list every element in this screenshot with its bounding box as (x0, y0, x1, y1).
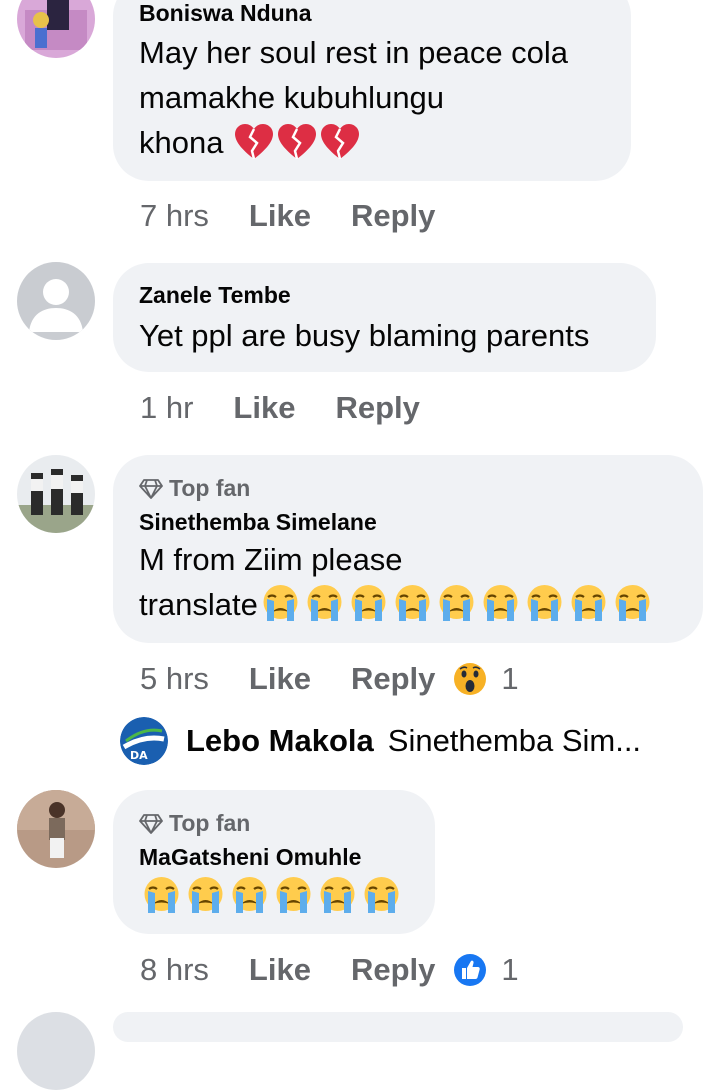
comment-text-line: May her soul rest in peace cola (139, 35, 569, 70)
diamond-icon (139, 813, 163, 834)
comment-text-line: khona (139, 120, 568, 165)
comment-timestamp[interactable]: 5 hrs (140, 661, 209, 697)
comment-text: M from Ziim please translate (139, 537, 654, 627)
top-fan-badge: Top fan (139, 475, 250, 502)
comment-actions: 5 hrs Like Reply 1 (140, 659, 519, 699)
reply-button[interactable]: Reply (351, 198, 435, 234)
comment-timestamp[interactable]: 7 hrs (140, 198, 209, 234)
crying-face-icon (263, 585, 298, 621)
comment-actions: 1 hr Like Reply (140, 388, 420, 428)
crying-face-icon (395, 585, 430, 621)
reaction-count: 1 (501, 661, 519, 696)
comment-text-line: translate (139, 582, 654, 627)
comment-timestamp[interactable]: 8 hrs (140, 952, 209, 988)
reply-button[interactable]: Reply (351, 952, 435, 988)
comment-author[interactable]: Sinethemba Simelane (139, 509, 377, 536)
like-button[interactable]: Like (249, 198, 311, 234)
comment-text (139, 874, 403, 919)
comment-bubble: Top fan Sinethemba Simelane M from Ziim … (113, 455, 703, 643)
wow-reaction-icon (454, 663, 487, 695)
crying-face-icon (527, 585, 562, 621)
comment-author[interactable]: Zanele Tembe (139, 282, 291, 309)
crying-face-emoji (139, 877, 403, 914)
top-fan-label: Top fan (169, 810, 251, 836)
comment-author[interactable]: Boniswa Nduna (139, 0, 312, 27)
crying-face-icon (276, 877, 311, 913)
reply-button[interactable]: Reply (351, 661, 435, 697)
comment-bubble: Boniswa Nduna May her soul rest in peace… (113, 0, 631, 181)
reply-button[interactable]: Reply (335, 390, 419, 426)
comment-text-line-part: translate (139, 587, 258, 622)
avatar[interactable] (17, 790, 95, 868)
comment-actions: 7 hrs Like Reply (140, 196, 435, 236)
comment-bubble: Top fan MaGatsheni Omuhle (113, 790, 435, 934)
avatar[interactable] (17, 455, 95, 533)
crying-face-emoji (258, 585, 654, 622)
crying-face-icon (307, 585, 342, 621)
comment-bubble (113, 1012, 683, 1042)
comment-author[interactable]: MaGatsheni Omuhle (139, 844, 361, 871)
comment-timestamp[interactable]: 1 hr (140, 390, 193, 426)
comment-text-line-part: khona (139, 125, 224, 160)
crying-face-icon (144, 877, 179, 913)
crying-face-icon (320, 877, 355, 913)
thumbs-up-reaction-icon (454, 954, 487, 986)
crying-face-icon (351, 585, 386, 621)
reply-author[interactable]: Lebo Makola (186, 723, 374, 759)
comment-text: Yet ppl are busy blaming parents (139, 318, 590, 353)
comment-text: May her soul rest in peace cola mamakhe … (139, 30, 568, 165)
comment-text-line: M from Ziim please (139, 542, 403, 577)
reaction-count: 1 (501, 952, 519, 987)
broken-heart-emoji (223, 124, 361, 160)
diamond-icon (139, 478, 163, 499)
like-button[interactable]: Like (249, 952, 311, 988)
svg-text:DA: DA (130, 749, 148, 762)
crying-face-icon (483, 585, 518, 621)
top-fan-badge: Top fan (139, 810, 250, 837)
crying-face-icon (232, 877, 267, 913)
comment-actions: 8 hrs Like Reply 1 (140, 950, 519, 990)
avatar[interactable] (17, 262, 95, 340)
comment-text-line: mamakhe kubuhlungu (139, 80, 445, 115)
reaction-summary[interactable]: 1 (453, 661, 519, 697)
crying-face-icon (439, 585, 474, 621)
avatar[interactable] (17, 0, 95, 58)
like-button[interactable]: Like (249, 661, 311, 697)
like-button[interactable]: Like (233, 390, 295, 426)
reaction-summary[interactable]: 1 (453, 952, 519, 988)
avatar[interactable]: DA (120, 717, 168, 765)
crying-face-icon (615, 585, 650, 621)
crying-face-icon (188, 877, 223, 913)
top-fan-label: Top fan (169, 475, 251, 501)
avatar[interactable] (17, 1012, 95, 1090)
reply-preview[interactable]: DA Lebo Makola Sinethemba Sim... (120, 717, 641, 765)
crying-face-icon (571, 585, 606, 621)
crying-face-icon (364, 877, 399, 913)
reply-snippet: Sinethemba Sim... (387, 723, 642, 758)
comment-bubble: Zanele Tembe Yet ppl are busy blaming pa… (113, 263, 656, 372)
